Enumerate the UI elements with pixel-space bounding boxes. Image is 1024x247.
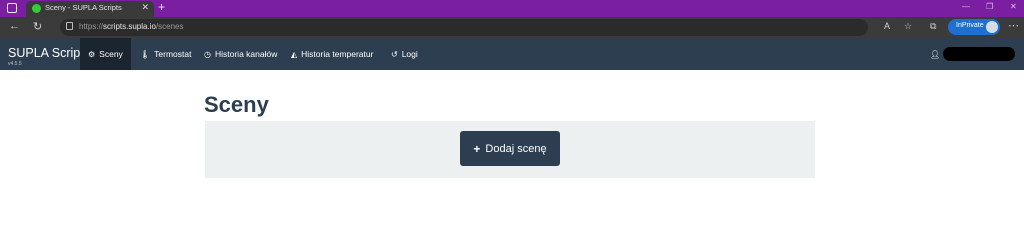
add-scene-label: Dodaj scenę (485, 142, 547, 155)
app-navbar: SUPLA Scripts v4.5.5 ⚙ Sceny 🌡︎ Termosta… (0, 38, 1024, 70)
lock-icon (66, 22, 73, 30)
tab-title: Sceny - SUPLA Scripts (45, 3, 122, 12)
brand-logo[interactable]: SUPLA Scripts (8, 46, 90, 60)
nav-item-label: Termostat (154, 49, 192, 59)
read-aloud-icon[interactable]: A (884, 21, 890, 31)
user-menu[interactable]: 👤︎ (930, 47, 1016, 61)
favicon-icon (32, 4, 41, 13)
tab-close-icon[interactable]: ✕ (141, 2, 149, 13)
user-icon: 👤︎ (930, 49, 941, 59)
add-scene-button[interactable]: + Dodaj scenę (460, 131, 560, 166)
address-bar[interactable]: https://scripts.supla.io/scenes (60, 19, 868, 36)
nav-item-label: Historia temperatur (301, 49, 374, 59)
profile-avatar (986, 21, 998, 33)
tab-actions-icon[interactable] (7, 3, 17, 13)
nav-item-label: Sceny (99, 49, 123, 59)
browser-toolbar: ← ↻ https://scripts.supla.io/scenes A ☆ … (0, 17, 1024, 38)
close-window-icon[interactable]: ✕ (1010, 2, 1017, 11)
back-icon[interactable]: ← (9, 20, 20, 32)
nav-item-termostat[interactable]: 🌡︎ Termostat (140, 38, 191, 70)
add-favorite-icon[interactable]: ☆ (904, 21, 912, 32)
new-tab-icon[interactable]: + (158, 0, 165, 14)
more-options-icon[interactable]: ⋯ (1008, 19, 1019, 32)
inprivate-button[interactable]: InPrivate (948, 19, 1000, 35)
nav-item-label: Logi (401, 49, 418, 59)
collections-icon[interactable]: ⧉ (930, 21, 936, 32)
browser-tab[interactable]: Sceny - SUPLA Scripts ✕ (26, 1, 154, 17)
url-text: https://scripts.supla.io/scenes (79, 22, 184, 31)
minimize-icon[interactable]: — (962, 2, 970, 11)
clock-icon: ◷ (204, 49, 211, 59)
browser-titlebar: Sceny - SUPLA Scripts ✕ + — ❐ ✕ (0, 0, 1024, 17)
inprivate-label: InPrivate (956, 22, 984, 29)
app-version: v4.5.5 (8, 61, 22, 67)
nav-item-sceny[interactable]: ⚙ Sceny (80, 38, 131, 70)
nav-item-label: Historia kanałów (214, 49, 278, 59)
nav-item-logi[interactable]: ↺ Logi (391, 38, 418, 70)
redacted-username (943, 47, 1016, 61)
cogs-icon: ⚙ (88, 49, 96, 59)
thermometer-icon: 🌡︎ (140, 49, 151, 59)
nav-item-historia-kanalow[interactable]: ◷ Historia kanałów (204, 38, 277, 70)
plus-icon: + (473, 141, 481, 156)
refresh-icon[interactable]: ↻ (33, 20, 42, 33)
maximize-icon[interactable]: ❐ (986, 2, 993, 11)
history-icon: ↺ (391, 49, 398, 59)
area-chart-icon: ◭ (291, 49, 298, 59)
nav-item-historia-temperatur[interactable]: ◭ Historia temperatur (291, 38, 373, 70)
page-title: Sceny (204, 92, 269, 117)
empty-scenes-panel: + Dodaj scenę (205, 121, 815, 178)
